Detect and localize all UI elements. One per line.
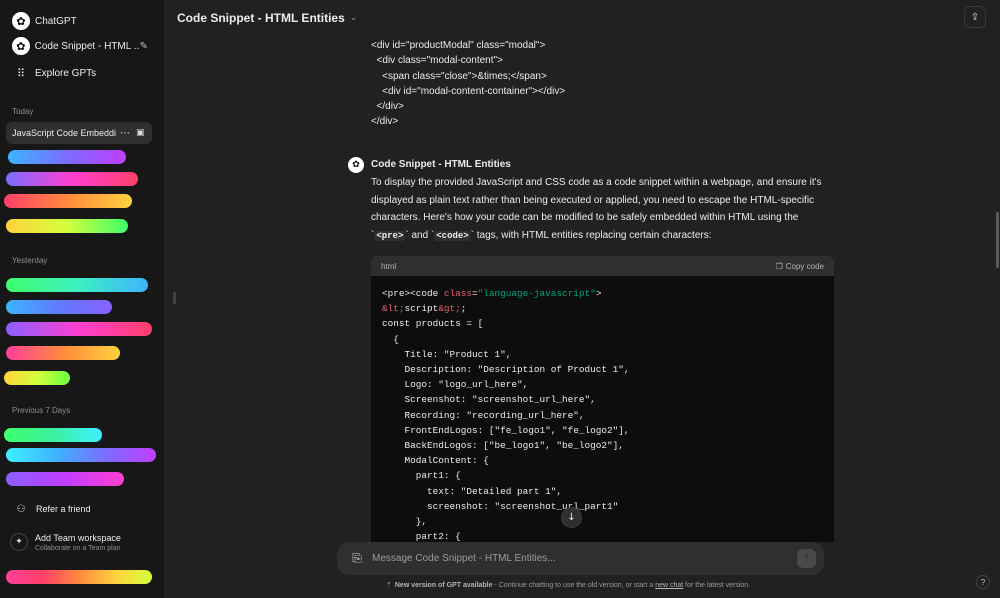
archive-icon[interactable]: ▣ [136,128,145,138]
redacted-chat-item[interactable] [6,472,124,486]
current-chat-title: Code Snippet - HTML ... [34,40,140,52]
version-notice: ⇡ New version of GPT available - Continue… [386,581,750,589]
code-token: <pre><code [382,288,444,299]
redacted-chat-item[interactable] [6,448,156,462]
sidebar-chat-active[interactable]: JavaScript Code Embedding ⋯ ▣ [6,122,152,144]
team-text: Add Team workspace Collaborate on a Team… [35,533,121,552]
assistant-avatar-icon: ✿ [348,157,364,173]
app-name: ChatGPT [35,15,77,27]
message-input[interactable] [372,553,797,564]
redacted-user-profile[interactable] [6,570,152,584]
assistant-name: Code Snippet - HTML Entities [371,159,511,170]
sidebar-resize-handle[interactable] [173,292,176,304]
explore-label: Explore GPTs [35,67,97,79]
assistant-paragraph: To display the provided JavaScript and C… [371,177,822,241]
sidebar-app-row[interactable]: ✿ ChatGPT [6,10,152,32]
notice-middle: - Continue chatting to use the old versi… [492,582,656,589]
paperclip-icon[interactable]: ⎘ [348,551,366,566]
clipboard-icon: ❐ [775,261,783,271]
gpt-avatar-icon: ✿ [12,37,30,55]
more-options-icon[interactable]: ⋯ [120,128,130,139]
code-token-entity: &lt; [382,303,405,315]
section-today: Today [12,107,34,116]
sparkle-icon: ✦ [10,533,28,551]
arrow-down-icon: ↓ [567,512,576,523]
page-title: Code Snippet - HTML Entities [177,11,345,25]
section-previous-7-days: Previous 7 Days [12,406,71,415]
code-token: script [404,303,439,315]
upgrade-arrow-icon: ⇡ [386,581,392,589]
copy-code-button[interactable]: ❐ Copy code [776,262,824,271]
code-token: > [595,288,602,299]
openai-logo-icon: ✿ [12,12,30,30]
grid-icon: ⠿ [16,66,26,80]
scroll-to-bottom-button[interactable]: ↓ [561,507,582,528]
code-token-string: "language-javascript" [477,288,596,299]
paragraph-end: tags, with HTML entities replacing certa… [476,229,712,241]
section-yesterday: Yesterday [12,256,48,265]
main-scrollbar[interactable] [996,212,999,268]
help-button[interactable]: ? [976,575,990,589]
refer-label: Refer a friend [36,504,91,514]
code-body: <pre><code class="language-javascript"> … [382,288,630,542]
user-message-code: <div id="productModal" class="modal"> <d… [371,40,566,128]
and-word: and [411,229,429,241]
inline-code-pre: <pre> [374,230,406,241]
model-selector[interactable]: Code Snippet - HTML Entities ⌄ [177,11,357,25]
redacted-chat-item[interactable] [6,322,152,336]
code-block: html ❐ Copy code <pre><code class="langu… [371,256,834,542]
redacted-chat-item[interactable] [6,278,148,292]
redacted-chat-item[interactable] [6,346,120,360]
refer-a-friend[interactable]: ⚇ Refer a friend [6,498,152,520]
team-title: Add Team workspace [35,532,121,543]
copy-code-label: Copy code [785,261,824,271]
new-chat-edit-icon[interactable]: ✎ [140,41,148,52]
chevron-down-icon: ⌄ [349,13,358,23]
arrow-up-icon: ↑ [802,553,811,564]
code-token-entity: &gt; [438,303,461,315]
inline-code-code: <code> [434,230,471,241]
code-token: ; [460,303,467,315]
user-plus-icon: ⚇ [16,503,26,515]
add-team-workspace[interactable]: ✦ Add Team workspace Collaborate on a Te… [6,528,152,556]
redacted-chat-item[interactable] [6,219,128,233]
sidebar: ✿ ChatGPT ✿ Code Snippet - HTML ... ✎ ⠿ … [0,0,164,598]
message-composer: ⎘ ↑ [337,542,824,575]
sidebar-explore-gpts[interactable]: ⠿ Explore GPTs [6,62,152,84]
share-icon: ⇪ [970,11,980,23]
redacted-chat-item[interactable] [4,371,70,385]
paragraph-main: To display the provided JavaScript and C… [371,177,822,223]
new-chat-link[interactable]: new chat [655,582,683,589]
redacted-chat-item[interactable] [4,428,102,442]
code-token-attr: class [443,288,473,299]
team-subtitle: Collaborate on a Team plan [35,544,121,552]
redacted-chat-item[interactable] [8,150,126,164]
redacted-chat-item[interactable] [6,300,112,314]
sidebar-current-gpt[interactable]: ✿ Code Snippet - HTML ... ✎ [6,35,152,57]
notice-end: for the latest version. [683,582,751,589]
code-rest: const products = [ { Title: "Product 1",… [382,318,630,542]
redacted-chat-item[interactable] [4,194,132,208]
redacted-chat-item[interactable] [6,172,138,186]
code-block-header: html ❐ Copy code [371,256,834,276]
notice-bold: New version of GPT available [394,582,493,589]
send-button[interactable]: ↑ [797,549,816,568]
share-button[interactable]: ⇪ [964,6,986,28]
active-chat-label: JavaScript Code Embedding [12,128,116,138]
code-language: html [381,261,397,271]
